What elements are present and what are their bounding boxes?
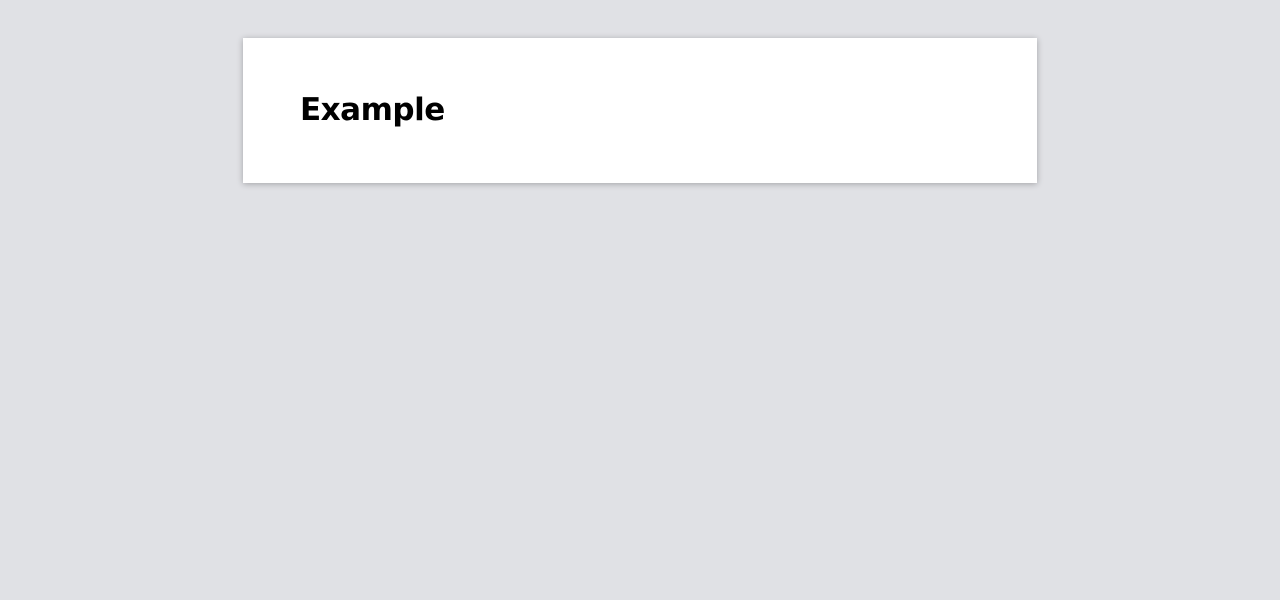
content-card: Example — [243, 38, 1037, 183]
page-title: Example — [300, 92, 445, 128]
